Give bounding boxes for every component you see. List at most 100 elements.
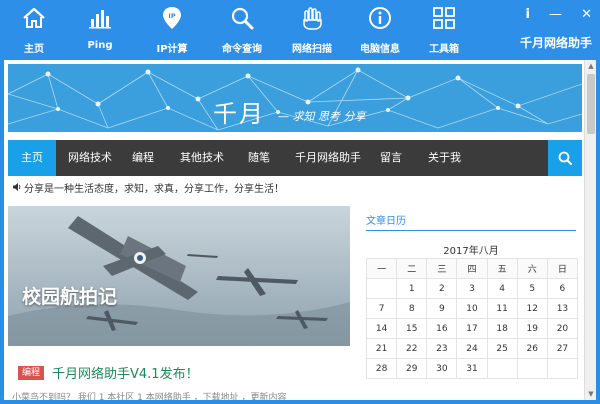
calendar-day-cell[interactable]: 22 <box>396 338 428 359</box>
web-view: 千月 — 求知 思考 分享 主页 网络技术 编程 其他技术 随笔 千月网络助手 … <box>4 60 596 400</box>
weekday-sun: 日 <box>546 258 579 279</box>
calendar-day-cell <box>516 358 548 379</box>
calendar-day-cell[interactable]: 16 <box>426 318 458 339</box>
grid-icon <box>433 7 455 29</box>
nav-item-programming[interactable]: 编程 <box>132 140 154 176</box>
calendar-day-cell[interactable]: 12 <box>516 298 548 319</box>
toolbar-pc-info-button[interactable]: 电脑信息 <box>350 0 410 60</box>
notice-text: 分享是一种生活态度，求知，求真，分享工作，分享生活！ <box>24 184 284 195</box>
nav-item-network-assistant[interactable]: 千月网络助手 <box>295 140 361 176</box>
banner-title: 千月 <box>213 100 265 128</box>
toolbar-network-scan-button[interactable]: 网络扫描 <box>282 0 342 60</box>
calendar-day-cell[interactable]: 20 <box>546 318 579 339</box>
calendar-day-cell <box>365 278 398 299</box>
calendar-day-cell[interactable]: 8 <box>396 298 428 319</box>
toolbar-home-button[interactable]: 主页 <box>8 0 60 60</box>
speaker-icon <box>12 182 24 197</box>
vertical-scrollbar[interactable]: ▲ ▼ <box>584 60 596 400</box>
calendar-week-row: 14 15 16 17 18 19 20 <box>365 318 579 339</box>
bar-chart-icon <box>89 10 111 29</box>
search-icon <box>558 151 572 165</box>
post-excerpt: 小菜鸟不到吗？ 我们 1 本社区 1 本网络助手 ，下载地址 ，更新内容 <box>12 393 287 400</box>
nav-item-messages[interactable]: 留言 <box>380 140 402 176</box>
app-title: 千月网络助手 <box>519 36 592 50</box>
home-icon <box>23 7 45 28</box>
toolbar-toolbox-button[interactable]: 工具箱 <box>418 0 470 60</box>
toolbar-label: 命令查询 <box>222 44 262 55</box>
calendar-table: 一 二 三 四 五 六 日 1 2 3 4 5 6 7 8 9 10 11 12 13 14 15 16 17 1… <box>365 258 579 379</box>
nav-item-about[interactable]: 关于我 <box>428 140 461 176</box>
calendar-day-cell[interactable]: 4 <box>486 278 518 299</box>
toolbar-label: 网络扫描 <box>292 44 332 55</box>
calendar-day-cell[interactable]: 1 <box>396 278 428 299</box>
calendar-day-cell[interactable]: 21 <box>365 338 398 359</box>
calendar-day-cell[interactable]: 9 <box>426 298 458 319</box>
calendar-day-cell[interactable]: 13 <box>546 298 579 319</box>
toolbar-label: IP计算 <box>156 44 188 55</box>
calendar-day-cell[interactable]: 23 <box>426 338 458 359</box>
nav-item-network-tech[interactable]: 网络技术 <box>68 140 112 176</box>
calendar-day-cell[interactable]: 27 <box>546 338 579 359</box>
calendar-day-cell[interactable]: 24 <box>456 338 488 359</box>
toolbar-label: 电脑信息 <box>360 44 400 55</box>
toolbar-label: Ping <box>87 40 113 51</box>
calendar-day-cell[interactable]: 2 <box>426 278 458 299</box>
scroll-up-icon[interactable]: ▲ <box>587 62 595 70</box>
post-title[interactable]: 千月网络助手V4.1发布！ <box>52 363 199 382</box>
weekday-wed: 三 <box>426 258 458 279</box>
nav-item-essays[interactable]: 随笔 <box>248 140 270 176</box>
info-icon <box>369 7 391 29</box>
calendar-divider <box>366 230 576 231</box>
nav-search-button[interactable] <box>548 140 582 176</box>
hand-icon <box>303 7 322 30</box>
toolbar-ip-calc-button[interactable]: IP IP计算 <box>146 0 198 60</box>
scroll-down-icon[interactable]: ▼ <box>587 390 595 398</box>
calendar-day-cell[interactable]: 26 <box>516 338 548 359</box>
magnifier-icon <box>231 7 254 30</box>
close-button[interactable]: ✕ <box>581 8 592 21</box>
weekday-tue: 二 <box>396 258 428 279</box>
ip-pin-icon: IP <box>163 7 181 29</box>
calendar-day-cell <box>486 358 518 379</box>
site-banner: 千月 — 求知 思考 分享 <box>8 64 582 132</box>
toolbar-ping-button[interactable]: Ping <box>74 0 126 60</box>
weekday-fri: 五 <box>486 258 518 279</box>
calendar-title: 文章日历 <box>366 216 406 227</box>
calendar-day-cell[interactable]: 29 <box>396 358 428 379</box>
calendar-day-cell[interactable]: 28 <box>365 358 398 379</box>
app-toolbar: 主页 Ping IP IP计算 命令查询 网络扫描 电脑信息 工具箱 i — ✕… <box>0 0 600 60</box>
calendar-day-cell <box>546 358 579 379</box>
calendar-day-cell[interactable]: 15 <box>396 318 428 339</box>
banner-subtitle: — 求知 思考 分享 <box>278 110 366 123</box>
site-nav: 主页 网络技术 编程 其他技术 随笔 千月网络助手 留言 关于我 <box>8 140 582 176</box>
calendar-day-cell[interactable]: 5 <box>516 278 548 299</box>
calendar-day-cell[interactable]: 31 <box>456 358 488 379</box>
toolbar-command-lookup-button[interactable]: 命令查询 <box>212 0 272 60</box>
scroll-thumb[interactable] <box>587 74 595 134</box>
minimize-button[interactable]: — <box>549 8 562 21</box>
calendar-day-cell[interactable]: 11 <box>486 298 518 319</box>
calendar-weekday-row: 一 二 三 四 五 六 日 <box>365 258 579 279</box>
calendar-day-cell[interactable]: 30 <box>426 358 458 379</box>
featured-image[interactable]: 校园航拍记 <box>8 206 350 346</box>
nav-home[interactable]: 主页 <box>8 140 56 176</box>
calendar-week-row: 28 29 30 31 <box>365 358 579 379</box>
nav-item-other-tech[interactable]: 其他技术 <box>180 140 224 176</box>
post-category-tag[interactable]: 编程 <box>18 366 45 380</box>
calendar-day-cell[interactable]: 17 <box>456 318 488 339</box>
calendar-month: 2017年八月 <box>443 246 499 257</box>
toolbar-label: 主页 <box>24 44 44 55</box>
calendar-day-cell[interactable]: 18 <box>486 318 518 339</box>
calendar-day-cell[interactable]: 3 <box>456 278 488 299</box>
calendar-day-cell[interactable]: 6 <box>546 278 579 299</box>
about-button[interactable]: i <box>526 8 530 21</box>
calendar-widget: 文章日历 2017年八月 一 二 三 四 五 六 日 1 2 3 4 5 6 7 8 9 10 11… <box>360 206 582 400</box>
calendar-day-cell[interactable]: 19 <box>516 318 548 339</box>
warplane-photo <box>8 206 350 346</box>
calendar-day-cell[interactable]: 7 <box>365 298 398 319</box>
calendar-week-row: 21 22 23 24 25 26 27 <box>365 338 579 359</box>
calendar-day-cell[interactable]: 25 <box>486 338 518 359</box>
calendar-day-cell[interactable]: 10 <box>456 298 488 319</box>
calendar-day-cell[interactable]: 14 <box>365 318 398 339</box>
calendar-week-row: 123456 <box>365 278 579 299</box>
